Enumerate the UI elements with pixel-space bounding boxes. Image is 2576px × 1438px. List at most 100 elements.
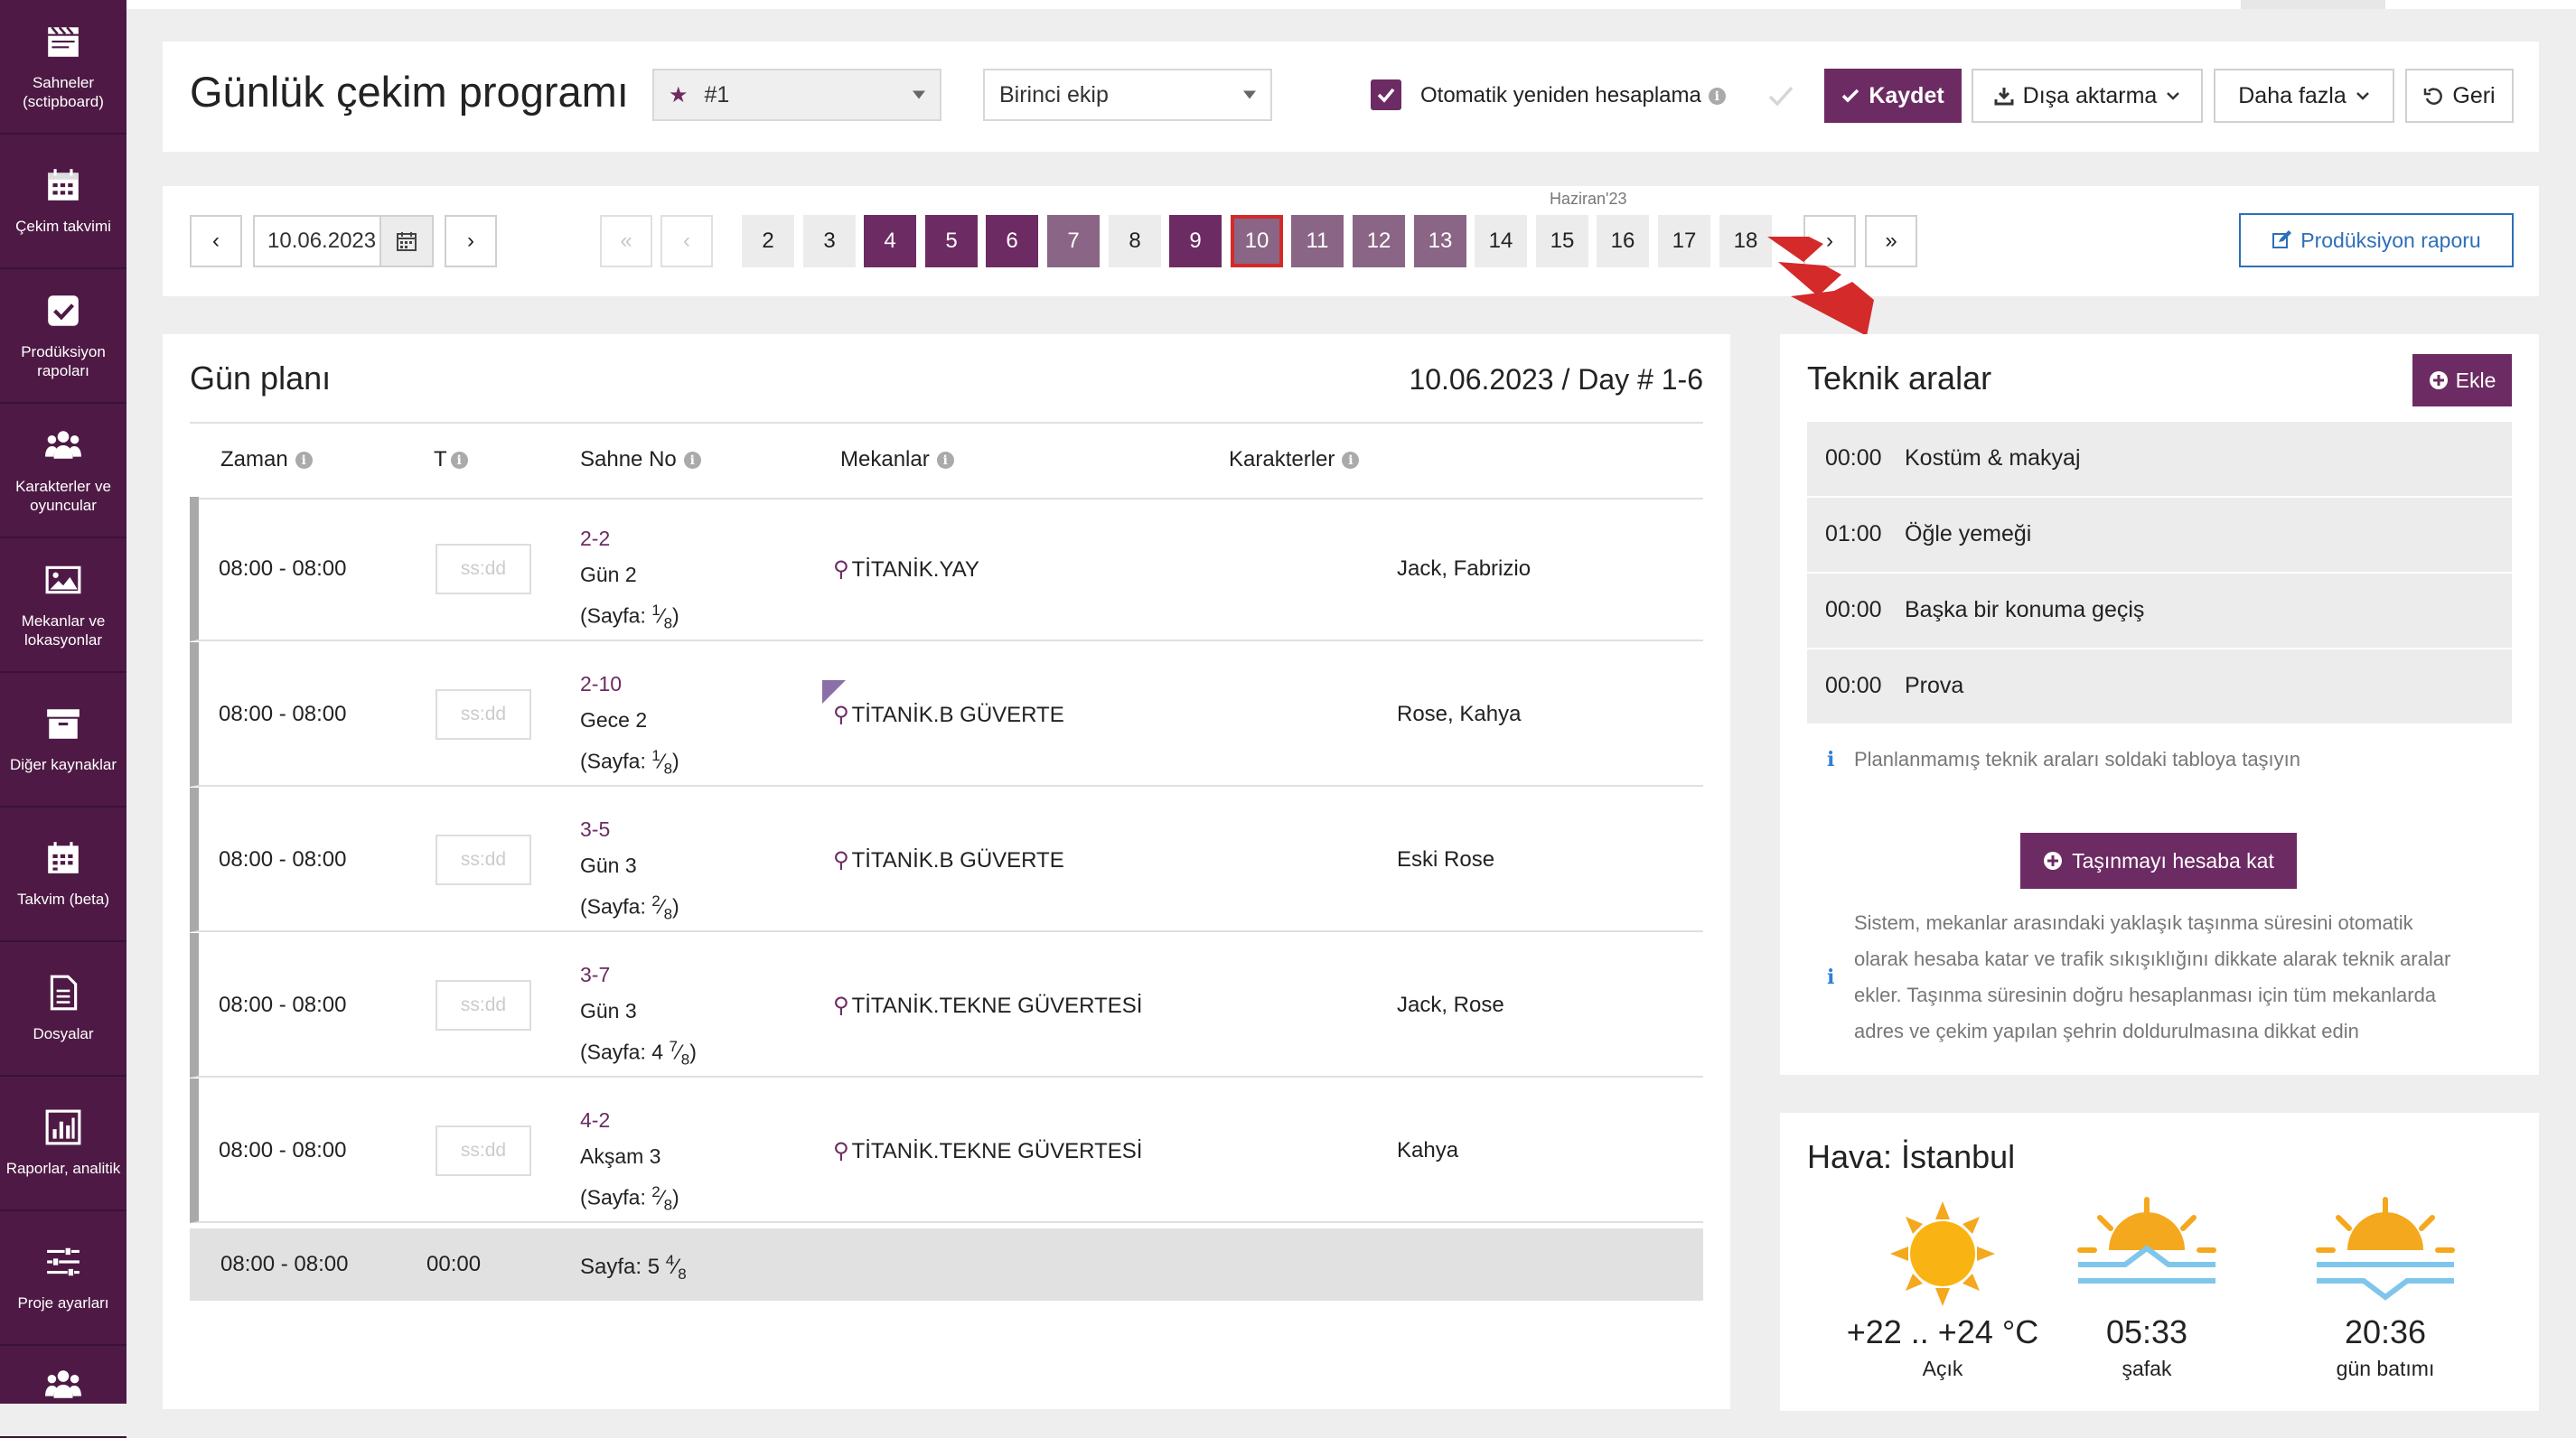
schedule-select[interactable]: ★ #1	[652, 69, 941, 121]
scene-pages-prefix: (Sayfa:	[580, 603, 652, 628]
scene-number[interactable]: 2-2	[580, 520, 679, 556]
day-button[interactable]: 6	[986, 215, 1038, 267]
day-button[interactable]: 4	[864, 215, 916, 267]
account-move-button[interactable]: Taşınmayı hesaba kat	[2020, 833, 2297, 889]
day-button[interactable]: 3	[803, 215, 856, 267]
sidebar-item-production-reports[interactable]: Prodüksiyon rapoları	[0, 269, 126, 404]
table-row[interactable]: 08:00 - 08:00 ss:dd 2-2 Gün 2 (Sayfa: 1⁄8) ⚲ T…	[190, 497, 1703, 641]
day-button[interactable]: 17	[1658, 215, 1710, 267]
day-button[interactable]: 15	[1536, 215, 1588, 267]
export-dropdown-button[interactable]: Dışa aktarma	[1972, 69, 2203, 123]
production-report-button[interactable]: Prodüksiyon raporu	[2239, 213, 2514, 267]
save-button[interactable]: Kaydet	[1824, 69, 1962, 123]
date-nav-panel: ‹ 10.06.2023 › « ‹ Haziran'23 2 3 4 5 6 7 8 9 10…	[163, 186, 2539, 296]
calendar-button[interactable]	[379, 215, 434, 267]
scene-pages-num: 2	[651, 892, 660, 910]
add-break-label: Ekle	[2455, 368, 2496, 392]
day-button[interactable]: 2	[742, 215, 794, 267]
location-cell[interactable]: ⚲ TİTANİK.TEKNE GÜVERTESİ	[833, 1138, 1142, 1164]
scene-number[interactable]: 4-2	[580, 1102, 679, 1138]
scene-number[interactable]: 3-5	[580, 811, 679, 847]
day-number: 2	[762, 229, 774, 253]
weather-panel: Hava: İstanbul +22 .. +24 °C Açık 05:33 …	[1780, 1113, 2539, 1411]
day-button[interactable]: 13	[1414, 215, 1466, 267]
table-row[interactable]: 08:00 - 08:00 ss:dd 4-2 Akşam 3 (Sayfa: 2⁄8)…	[190, 1078, 1703, 1223]
sidebar-item-reports[interactable]: Raporlar, analitik	[0, 1077, 126, 1211]
location-cell[interactable]: ⚲ TİTANİK.B GÜVERTE	[833, 702, 1064, 728]
duration-input[interactable]: ss:dd	[436, 544, 531, 594]
day-button[interactable]: 14	[1475, 215, 1527, 267]
day-button[interactable]: 11	[1291, 215, 1344, 267]
first-page-button[interactable]: «	[600, 215, 652, 267]
day-number: 15	[1550, 229, 1575, 253]
sidebar-item-label: Proje ayarları	[17, 1294, 109, 1312]
day-button[interactable]: 7	[1047, 215, 1100, 267]
day-button[interactable]: 8	[1109, 215, 1161, 267]
day-button[interactable]: 10	[1231, 215, 1283, 267]
day-button[interactable]: 16	[1597, 215, 1649, 267]
scene-day: Gün 2	[580, 563, 637, 586]
day-button[interactable]: 5	[925, 215, 978, 267]
map-pin-icon: ⚲	[833, 994, 849, 1018]
duration-input[interactable]: ss:dd	[436, 689, 531, 740]
prev-date-button[interactable]: ‹	[190, 215, 242, 267]
sidebar-item-schedule[interactable]: Çekim takvimi	[0, 135, 126, 269]
download-icon	[1994, 88, 2014, 106]
day-info: 10.06.2023 / Day # 1-6	[1409, 363, 1703, 396]
summary-pages-prefix: Sayfa: 5	[580, 1255, 666, 1279]
auto-recalc-checkbox[interactable]	[1371, 79, 1401, 110]
duration-input[interactable]: ss:dd	[436, 1125, 531, 1176]
sidebar-item-other-resources[interactable]: Diğer kaynaklar	[0, 673, 126, 808]
sidebar-item-project-settings[interactable]: Proje ayarları	[0, 1211, 126, 1346]
info-icon[interactable]: i	[295, 452, 313, 470]
crew-select-value: Birinci ekip	[999, 81, 1109, 107]
info-icon[interactable]: i	[1708, 88, 1726, 106]
col-locations: Mekanlar i	[840, 447, 954, 472]
sidebar-item-calendar-beta[interactable]: Takvim (beta)	[0, 808, 126, 942]
file-icon	[50, 975, 78, 1011]
next-date-button[interactable]: ›	[445, 215, 497, 267]
location-cell[interactable]: ⚲ TİTANİK.YAY	[833, 556, 979, 583]
prev-page-button[interactable]: ‹	[660, 215, 713, 267]
sidebar-item-team[interactable]	[0, 1346, 126, 1438]
location-cell[interactable]: ⚲ TİTANİK.TEKNE GÜVERTESİ	[833, 993, 1142, 1019]
location-name: TİTANİK.YAY	[851, 557, 979, 582]
tech-break-item[interactable]: 00:00 Kostüm & makyaj	[1807, 422, 2512, 499]
back-button[interactable]: Geri	[2405, 69, 2514, 123]
scene-pages-num: 1	[651, 747, 660, 764]
people-icon	[45, 1370, 81, 1398]
export-button-label: Dışa aktarma	[2022, 82, 2158, 108]
scene-pages: (Sayfa: 1⁄8)	[580, 602, 679, 632]
weather-title: Hava: İstanbul	[1807, 1138, 2016, 1175]
sidebar-item-scenes[interactable]: Sahneler (sctipboard)	[0, 0, 126, 135]
more-dropdown-button[interactable]: Daha fazla	[2214, 69, 2394, 123]
tech-break-item[interactable]: 00:00 Prova	[1807, 649, 2512, 726]
crew-select[interactable]: Birinci ekip	[983, 69, 1272, 121]
tech-hint-text: Planlanmamış teknik araları soldaki tabl…	[1854, 748, 2301, 770]
info-icon[interactable]: i	[1342, 452, 1360, 470]
scene-number[interactable]: 2-10	[580, 666, 679, 702]
location-cell[interactable]: ⚲ TİTANİK.B GÜVERTE	[833, 847, 1064, 873]
table-row[interactable]: 08:00 - 08:00 ss:dd 3-7 Gün 3 (Sayfa: 4 7⁄8)…	[190, 933, 1703, 1078]
info-icon[interactable]: i	[683, 452, 701, 470]
sidebar-item-characters[interactable]: Karakterler ve oyuncular	[0, 404, 126, 538]
map-pin-icon: ⚲	[833, 1139, 849, 1163]
table-row[interactable]: 08:00 - 08:00 ss:dd 3-5 Gün 3 (Sayfa: 2⁄8) ⚲ T…	[190, 788, 1703, 932]
sidebar-item-locations[interactable]: Mekanlar ve lokasyonlar	[0, 538, 126, 673]
duration-input[interactable]: ss:dd	[436, 980, 531, 1031]
add-break-button[interactable]: Ekle	[2412, 354, 2512, 406]
info-icon[interactable]: i	[936, 452, 954, 470]
tech-break-item[interactable]: 00:00 Başka bir konuma geçiş	[1807, 574, 2512, 650]
duration-input[interactable]: ss:dd	[436, 835, 531, 885]
sidebar-item-files[interactable]: Dosyalar	[0, 942, 126, 1077]
table-row[interactable]: 08:00 - 08:00 ss:dd 2-10 Gece 2 (Sayfa: 1⁄8)…	[190, 642, 1703, 787]
day-button[interactable]: 12	[1353, 215, 1405, 267]
chart-icon	[45, 1109, 81, 1145]
scene-number[interactable]: 3-7	[580, 957, 697, 993]
map-pin-icon: ⚲	[833, 557, 849, 582]
day-button[interactable]: 9	[1169, 215, 1222, 267]
tech-break-item[interactable]: 01:00 Öğle yemeği	[1807, 498, 2512, 574]
info-icon[interactable]: i	[450, 452, 468, 470]
scene-cell: 2-10 Gece 2 (Sayfa: 1⁄8)	[580, 666, 679, 787]
col-characters-label: Karakterler	[1229, 447, 1335, 472]
